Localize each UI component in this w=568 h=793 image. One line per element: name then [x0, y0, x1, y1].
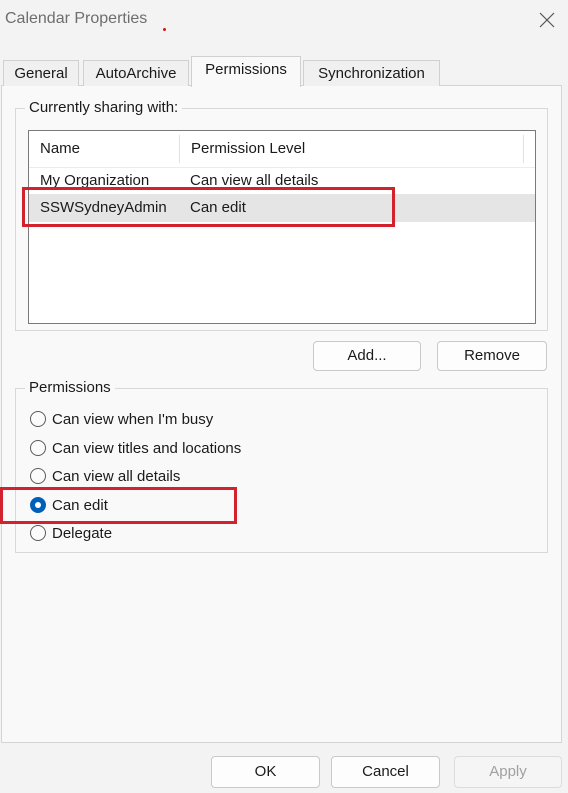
close-button[interactable]: [534, 6, 560, 34]
column-header-permission-level[interactable]: Permission Level: [180, 131, 523, 167]
radio-label: Can edit: [52, 496, 108, 514]
column-separator[interactable]: [523, 135, 524, 163]
list-header: Name Permission Level: [29, 131, 535, 168]
row-name: SSWSydneyAdmin: [40, 199, 167, 216]
column-header-name[interactable]: Name: [29, 131, 179, 167]
tab-strip: General AutoArchive Permissions Synchron…: [0, 56, 568, 87]
row-name: My Organization: [40, 172, 150, 189]
tab-synchronization[interactable]: Synchronization: [303, 60, 440, 86]
tab-general[interactable]: General: [3, 60, 79, 86]
radio-button[interactable]: [30, 440, 46, 456]
tab-permissions[interactable]: Permissions: [191, 56, 301, 87]
radio-label: Can view titles and locations: [52, 439, 242, 457]
list-row-sswsydneyadmin[interactable]: SSWSydneyAdmin Can edit: [29, 194, 535, 222]
radio-label: Can view when I'm busy: [52, 410, 214, 428]
window-title: Calendar Properties: [5, 10, 148, 27]
cancel-button[interactable]: Cancel: [331, 756, 440, 788]
calendar-properties-dialog: Calendar Properties General AutoArchive …: [0, 0, 568, 793]
close-icon: [539, 12, 555, 28]
radio-button[interactable]: [30, 468, 46, 484]
radio-can-view-all-details[interactable]: Can view all details: [30, 465, 180, 487]
apply-button[interactable]: Apply: [454, 756, 562, 788]
row-permission-level: Can edit: [190, 199, 246, 216]
remove-button[interactable]: Remove: [437, 341, 547, 371]
radio-label: Can view all details: [52, 467, 181, 485]
ok-button[interactable]: OK: [211, 756, 320, 788]
radio-can-view-titles-locations[interactable]: Can view titles and locations: [30, 437, 241, 459]
list-row-my-organization[interactable]: My Organization Can view all details: [29, 167, 535, 195]
radio-button[interactable]: [30, 411, 46, 427]
radio-label: Delegate: [52, 524, 113, 542]
title-dot-mark: [163, 28, 166, 31]
add-button[interactable]: Add...: [313, 341, 421, 371]
sharing-list[interactable]: Name Permission Level My Organization Ca…: [28, 130, 536, 324]
radio-delegate[interactable]: Delegate: [30, 522, 112, 544]
radio-button-selected[interactable]: [30, 497, 46, 513]
dialog-footer: OK Cancel Apply: [0, 743, 568, 793]
title-bar: Calendar Properties: [0, 0, 568, 42]
radio-can-edit[interactable]: Can edit: [30, 494, 108, 516]
sharing-group-legend: Currently sharing with:: [25, 99, 183, 116]
radio-button[interactable]: [30, 525, 46, 541]
permissions-group-legend: Permissions: [25, 379, 115, 396]
tab-autoarchive[interactable]: AutoArchive: [83, 60, 189, 86]
radio-can-view-busy[interactable]: Can view when I'm busy: [30, 408, 213, 430]
row-permission-level: Can view all details: [190, 172, 319, 189]
